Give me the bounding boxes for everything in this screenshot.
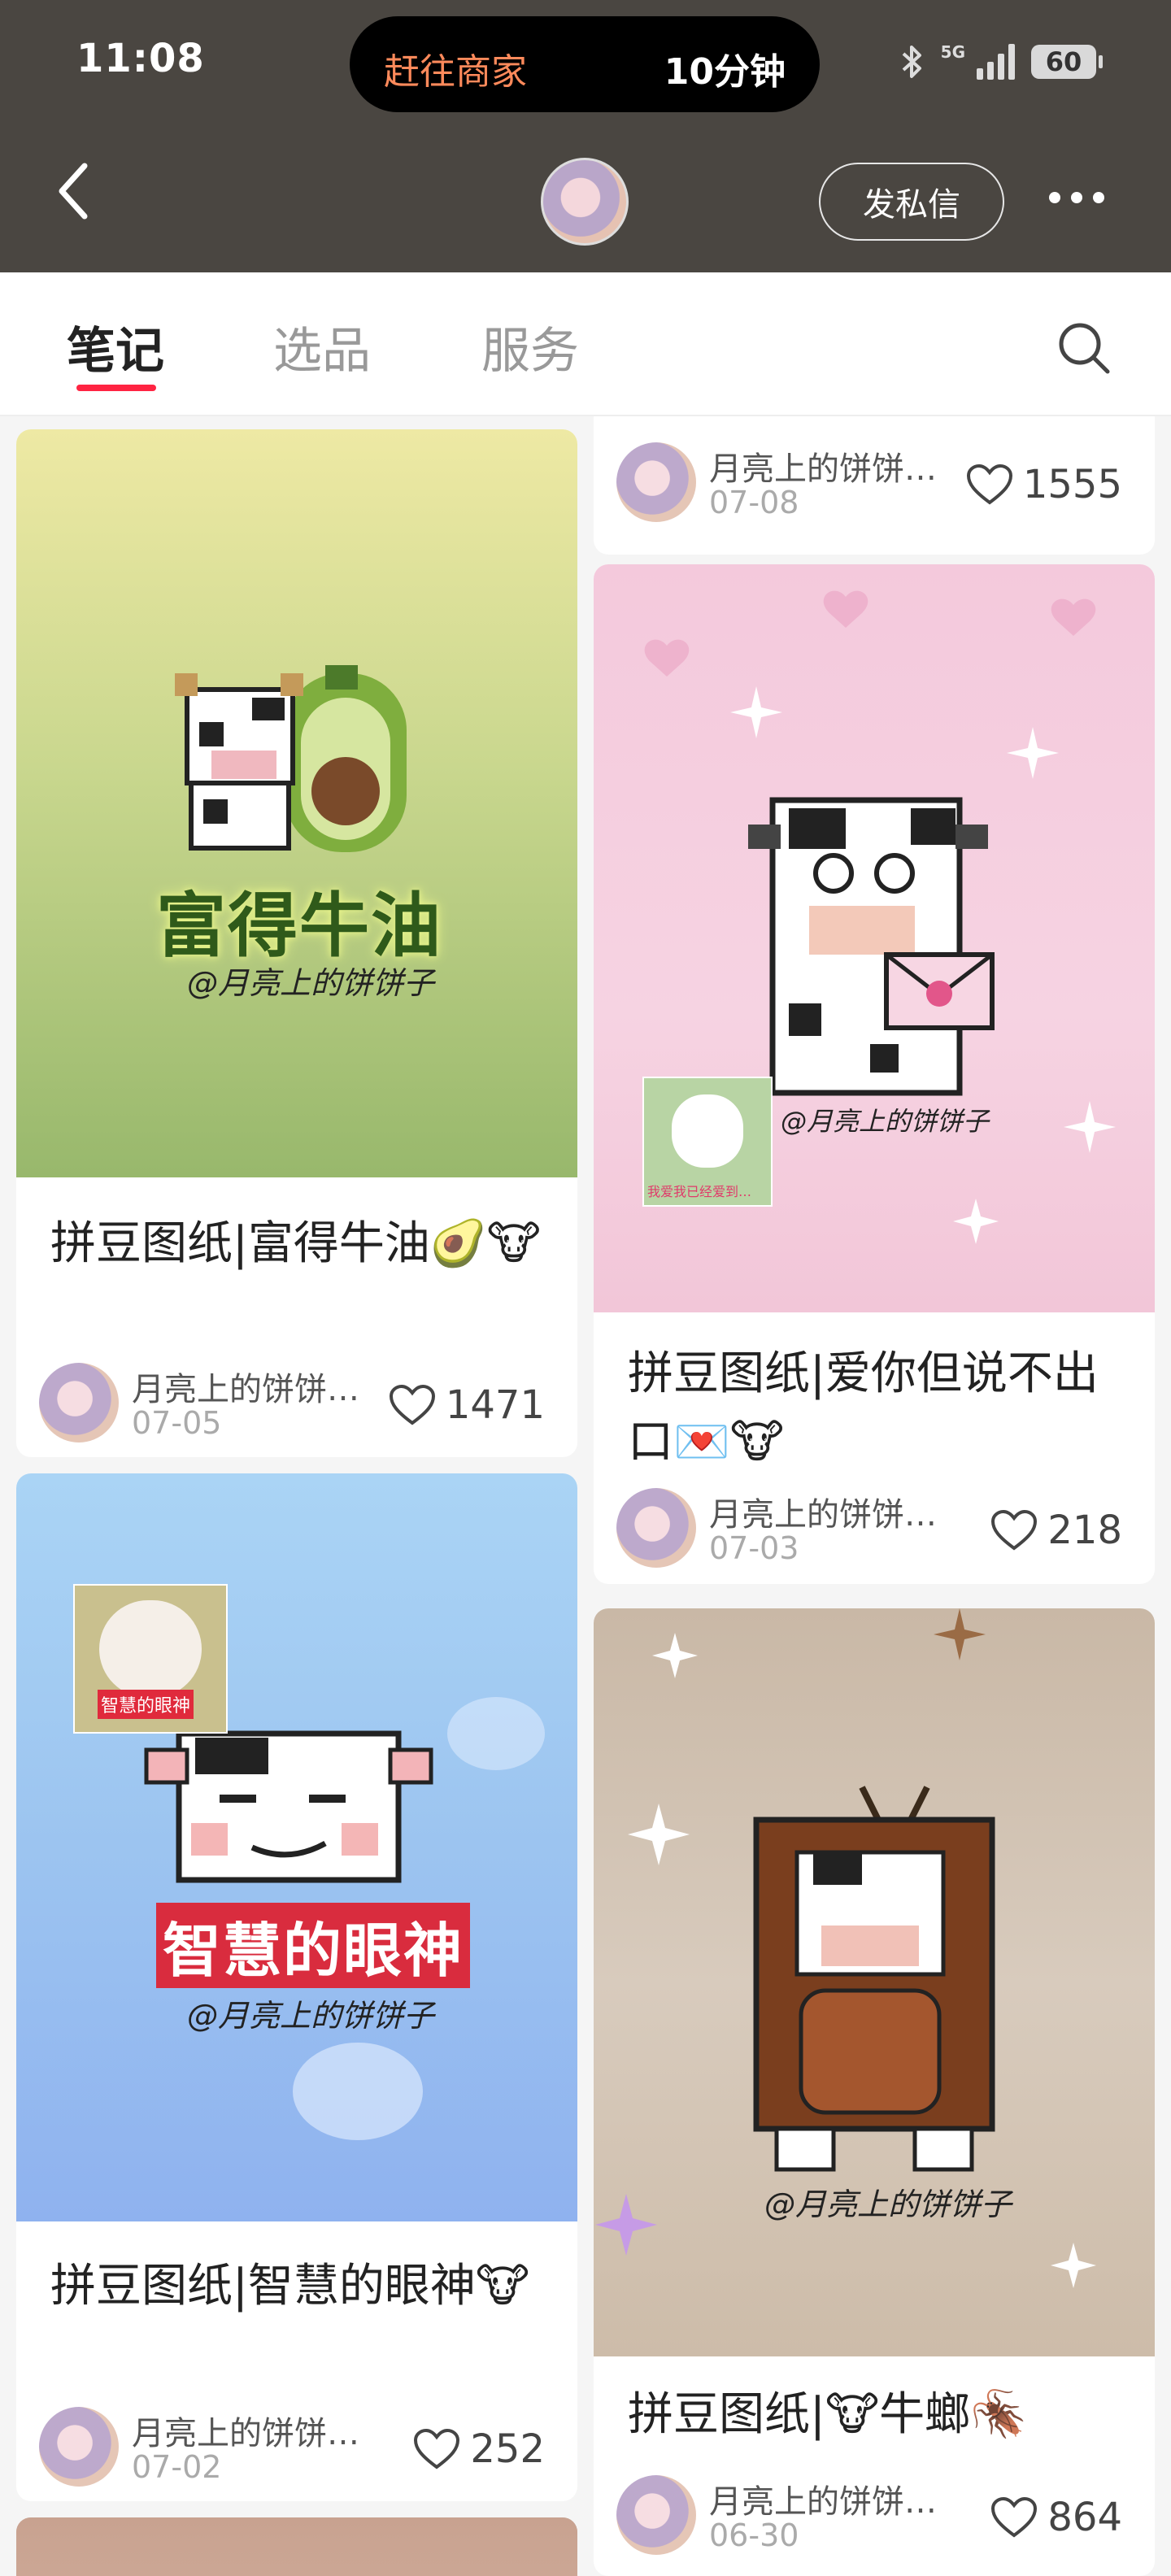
- like-button[interactable]: 1555: [966, 462, 1122, 507]
- author-name[interactable]: 月亮上的饼饼…: [132, 1363, 368, 1410]
- note-card[interactable]: @月亮上的饼饼子 拼豆图纸|🐮牛螂🪳 月亮上的饼饼… 06-30 864: [594, 1608, 1155, 2576]
- active-tab-indicator: [76, 385, 156, 391]
- author-avatar[interactable]: [616, 2475, 696, 2555]
- author-name[interactable]: 月亮上的饼饼…: [132, 2407, 368, 2454]
- like-button[interactable]: 218: [990, 1508, 1122, 1553]
- author-avatar[interactable]: [39, 1363, 119, 1442]
- note-card[interactable]: 月亮上的饼饼… 07-08 1555: [594, 416, 1155, 555]
- note-cover-image[interactable]: 我爱我已经爱到… @月亮上的饼饼子: [594, 564, 1155, 1312]
- cover-watermark: @月亮上的饼饼子: [764, 2187, 1012, 2222]
- like-button[interactable]: 1471: [389, 1382, 545, 1428]
- inset-cow-photo: 我爱我已经爱到…: [642, 1077, 773, 1207]
- like-button[interactable]: 252: [413, 2426, 545, 2472]
- cover-caption: 智慧的眼神: [156, 1903, 471, 1988]
- heart-icon: [389, 1384, 435, 1425]
- tab-products[interactable]: 选品: [273, 311, 371, 382]
- like-count: 252: [470, 2426, 545, 2472]
- island-eta: 10分钟: [664, 51, 786, 93]
- author-name[interactable]: 月亮上的饼饼…: [709, 2475, 945, 2522]
- card-meta: 月亮上的饼饼… 07-03 218: [594, 1483, 1155, 1573]
- post-date: 07-02: [132, 2449, 222, 2485]
- post-date: 07-08: [709, 485, 799, 520]
- card-meta: 月亮上的饼饼… 07-02 252: [16, 2402, 577, 2491]
- top-header: 11:08 赶往商家 10分钟 5G 60 发私信: [0, 0, 1171, 272]
- island-status: 赶往商家: [384, 51, 527, 93]
- post-date: 07-03: [709, 1530, 799, 1566]
- note-card[interactable]: 富得牛油 @月亮上的饼饼子 拼豆图纸|富得牛油🥑🐮 月亮上的饼饼… 07-05 …: [16, 429, 577, 1457]
- cover-caption: 富得牛油: [156, 886, 442, 967]
- like-button[interactable]: 864: [990, 2495, 1122, 2540]
- cow-cockroach-illustration: [595, 1608, 1096, 2288]
- note-cover-image[interactable]: 智慧的眼神 智慧的眼神 @月亮上的饼饼子: [16, 1473, 577, 2221]
- signal-icon: [977, 44, 1015, 80]
- note-cover-image[interactable]: [16, 2517, 577, 2576]
- profile-avatar[interactable]: [541, 158, 629, 246]
- search-icon[interactable]: [1056, 320, 1112, 376]
- note-title[interactable]: 拼豆图纸|富得牛油🥑🐮: [50, 1210, 545, 1278]
- note-title[interactable]: 拼豆图纸|智慧的眼神🐮: [50, 2252, 545, 2321]
- heart-icon: [991, 2496, 1038, 2538]
- battery-level: 60: [1045, 46, 1082, 77]
- inset-cow-photo: 智慧的眼神: [73, 1584, 228, 1734]
- inset-caption: 我爱我已经爱到…: [647, 1184, 752, 1199]
- author-avatar[interactable]: [39, 2407, 119, 2487]
- note-title[interactable]: 拼豆图纸|爱你但说不出口💌🐮: [628, 1340, 1122, 1477]
- direct-message-button[interactable]: 发私信: [819, 163, 1004, 241]
- dynamic-island[interactable]: 赶往商家 10分钟: [350, 16, 820, 112]
- card-meta: 月亮上的饼饼… 07-08 1555: [594, 437, 1155, 527]
- heart-icon: [991, 1509, 1038, 1551]
- like-count: 864: [1047, 2495, 1122, 2540]
- note-cover-image[interactable]: @月亮上的饼饼子: [594, 1608, 1155, 2356]
- author-name[interactable]: 月亮上的饼饼…: [709, 442, 945, 490]
- tab-bar: 笔记 选品 服务: [0, 272, 1171, 416]
- note-card[interactable]: 智慧的眼神 智慧的眼神 @月亮上的饼饼子 拼豆图纸|智慧的眼神🐮 月亮上的饼饼……: [16, 1473, 577, 2501]
- back-icon[interactable]: [49, 154, 98, 228]
- note-title[interactable]: 拼豆图纸|🐮牛螂🪳: [628, 2381, 1122, 2449]
- cover-watermark: @月亮上的饼饼子: [781, 1106, 990, 1137]
- note-cover-image[interactable]: 富得牛油 @月亮上的饼饼子: [16, 429, 577, 1177]
- note-card[interactable]: [16, 2517, 577, 2576]
- battery-icon: 60: [1031, 45, 1103, 79]
- heart-icon: [414, 2428, 460, 2469]
- author-avatar[interactable]: [616, 442, 696, 522]
- cover-watermark: @月亮上的饼饼子: [187, 1998, 435, 2034]
- notes-feed: 月亮上的饼饼… 07-08 1555 富得牛油 @月亮上的饼饼子 拼豆图纸|富得…: [0, 416, 1171, 2576]
- network-type: 5G: [940, 42, 965, 62]
- tab-services[interactable]: 服务: [481, 311, 579, 382]
- like-count: 1471: [445, 1382, 545, 1428]
- more-icon[interactable]: [1049, 192, 1104, 203]
- like-count: 1555: [1022, 462, 1122, 507]
- post-date: 06-30: [709, 2517, 799, 2553]
- like-count: 218: [1047, 1508, 1122, 1553]
- status-icons: 5G 60: [900, 42, 1103, 81]
- tab-notes[interactable]: 笔记: [67, 311, 164, 382]
- inset-caption: 智慧的眼神: [98, 1690, 194, 1719]
- cow-avocado-illustration: [175, 665, 407, 852]
- card-meta: 月亮上的饼饼… 07-05 1471: [16, 1358, 577, 1447]
- cover-watermark: @月亮上的饼饼子: [187, 965, 435, 1001]
- bluetooth-icon: [902, 46, 921, 78]
- author-avatar[interactable]: [616, 1488, 696, 1568]
- author-name[interactable]: 月亮上的饼饼…: [709, 1488, 945, 1535]
- card-meta: 月亮上的饼饼… 06-30 864: [594, 2470, 1155, 2560]
- note-card[interactable]: 我爱我已经爱到… @月亮上的饼饼子 拼豆图纸|爱你但说不出口💌🐮 月亮上的饼饼……: [594, 564, 1155, 1584]
- heart-icon: [966, 463, 1012, 505]
- status-time: 11:08: [76, 36, 205, 81]
- post-date: 07-05: [132, 1405, 222, 1441]
